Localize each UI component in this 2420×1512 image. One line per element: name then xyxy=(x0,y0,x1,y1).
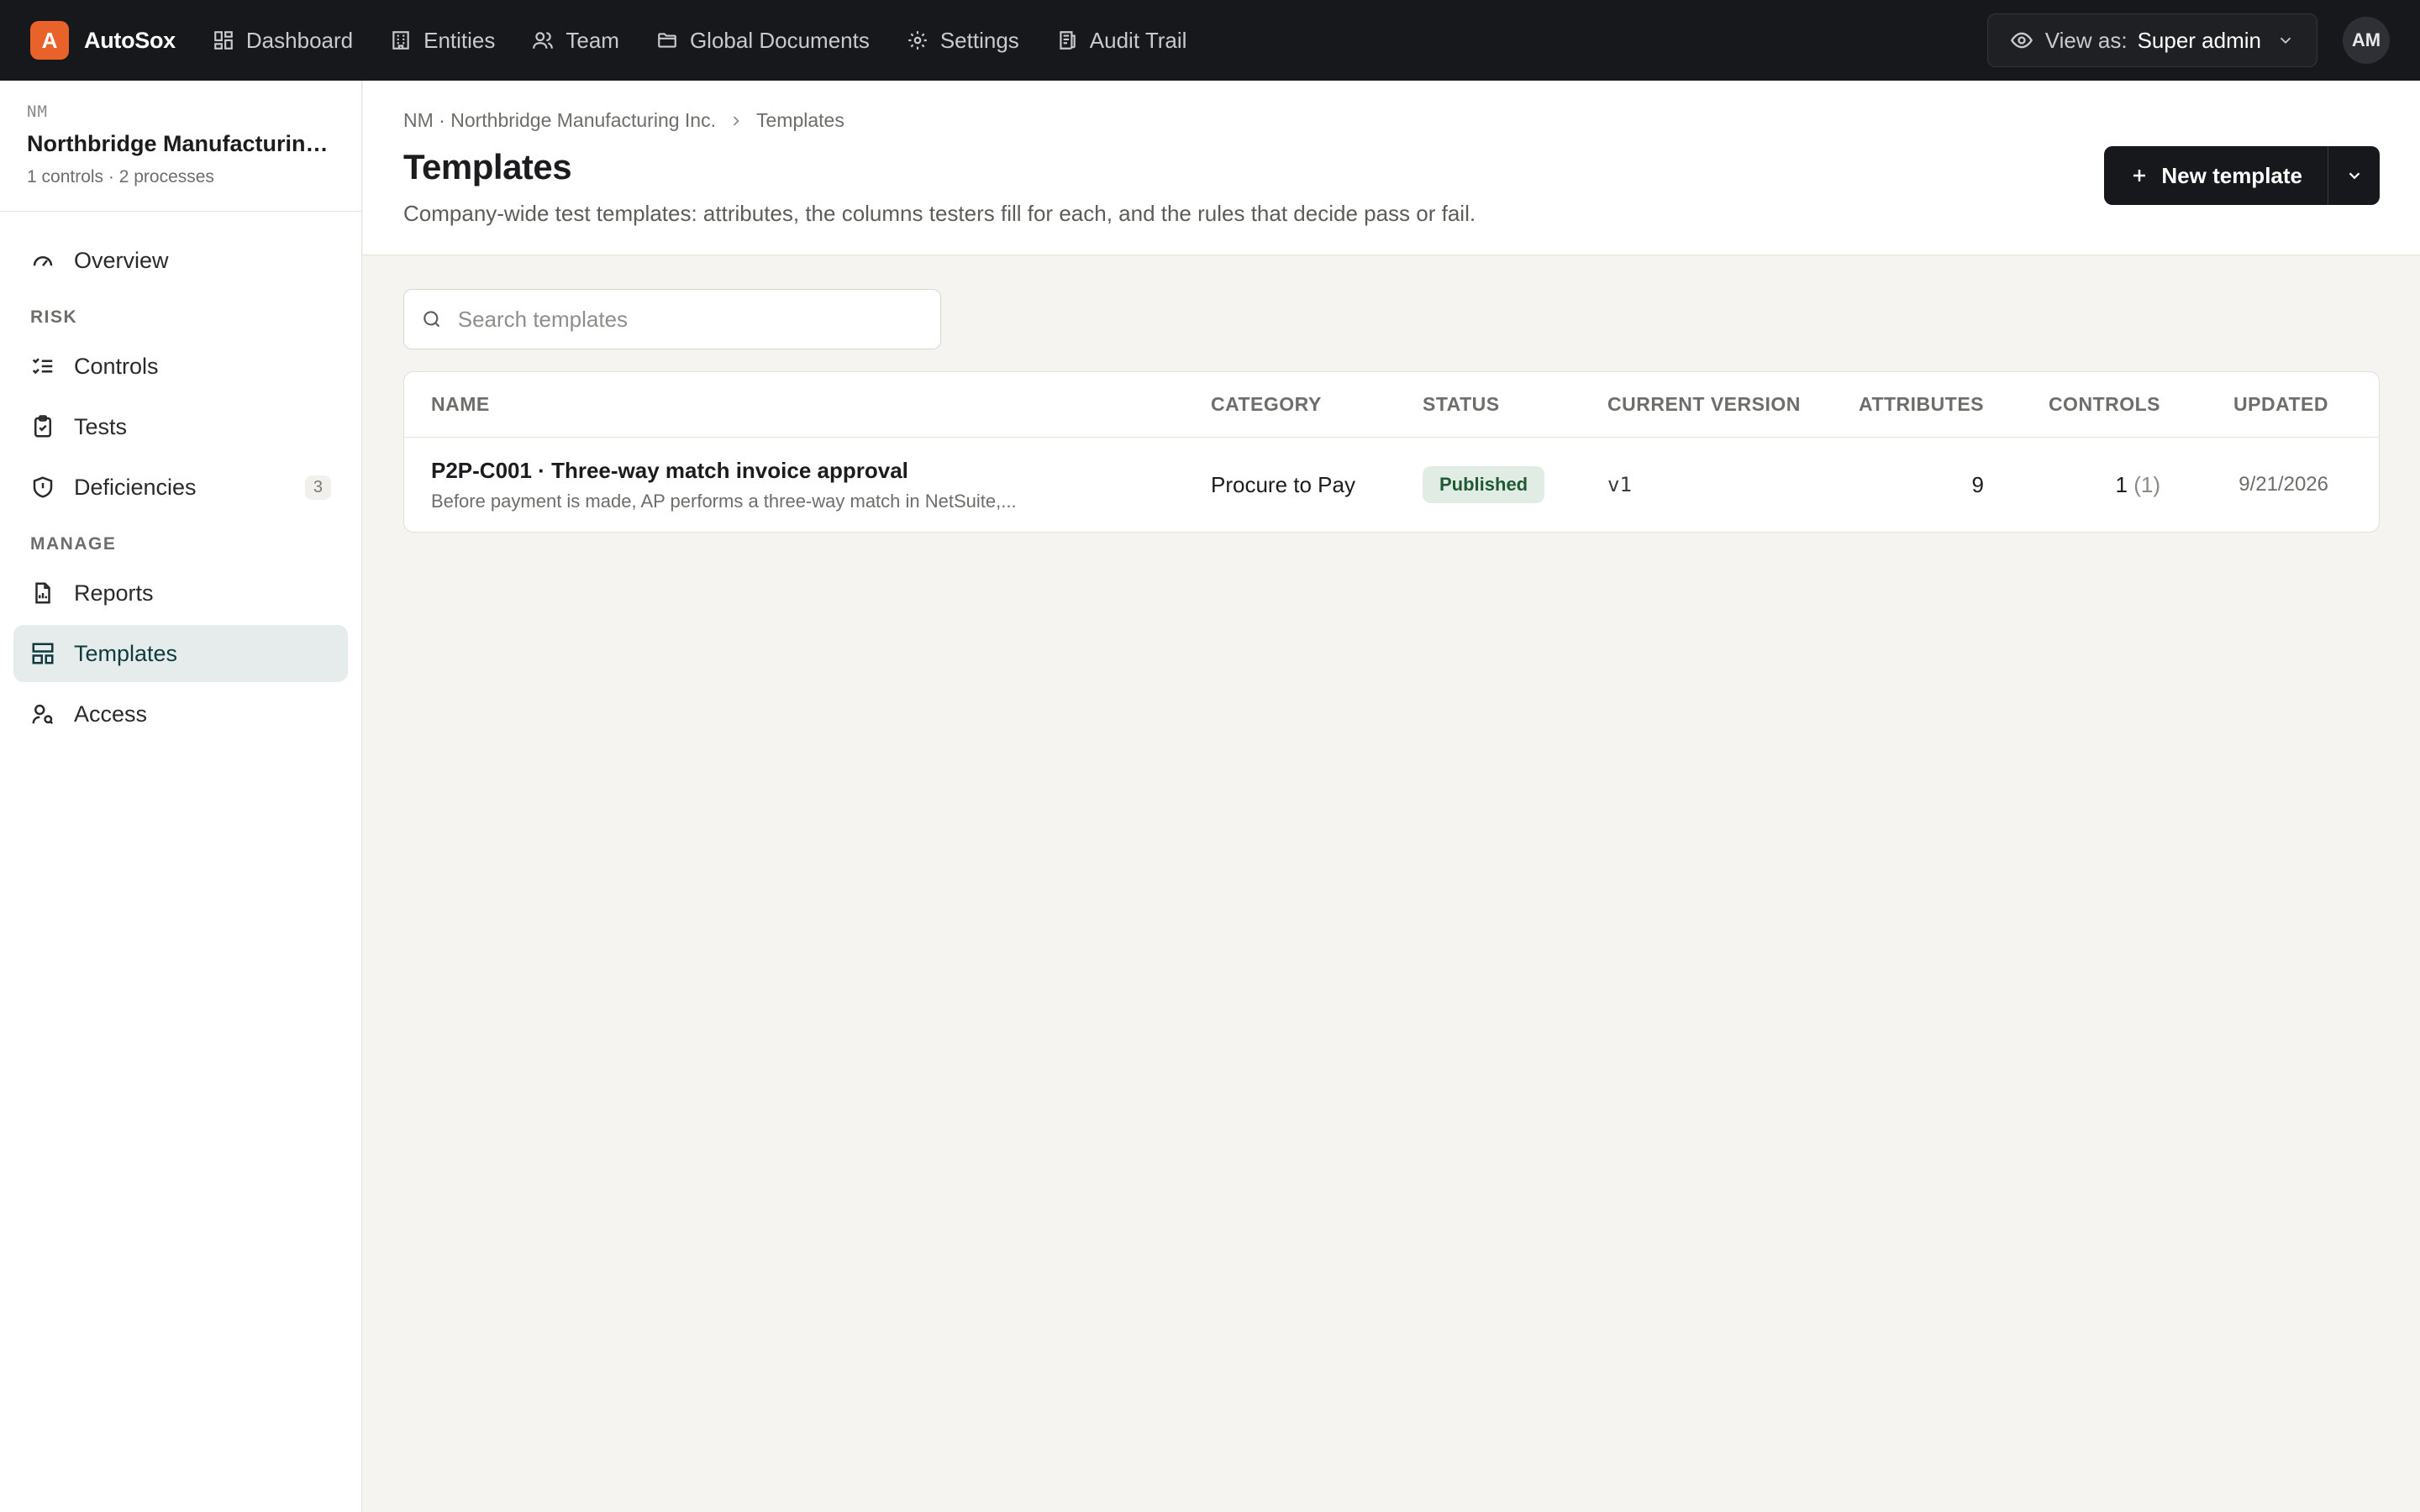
status-cell: Published xyxy=(1423,466,1607,503)
nav-team[interactable]: Team xyxy=(532,28,619,54)
plus-icon xyxy=(2133,170,2146,181)
building-icon xyxy=(392,31,409,50)
search-icon xyxy=(424,311,440,328)
sidebar-nav: Overview RISK Controls Tests Deficiencie… xyxy=(0,212,361,766)
nav-entities[interactable]: Entities xyxy=(390,28,495,54)
template-attributes-count: 9 xyxy=(1971,471,1984,497)
top-navigation-bar: A AutoSox Dashboard Entities Team Global… xyxy=(0,0,2420,81)
sidebar-item-label: Deficiencies xyxy=(74,474,197,500)
template-controls-count: 1 xyxy=(2115,471,2128,497)
column-header-version[interactable]: CURRENT VERSION xyxy=(1607,393,1834,416)
new-template-button[interactable]: New template xyxy=(2104,146,2328,205)
dashboard-icon xyxy=(214,31,233,50)
nav-audit-trail-label: Audit Trail xyxy=(1089,27,1187,53)
view-as-selector[interactable]: View as: Super admin xyxy=(1986,13,2317,67)
page-subtitle: Company-wide test templates: attributes,… xyxy=(403,201,1476,226)
audit-icon xyxy=(1060,31,1076,50)
gear-icon xyxy=(908,31,927,50)
sidebar-item-label: Templates xyxy=(74,640,178,666)
main-content: NM · Northbridge Manufacturing Inc. Temp… xyxy=(363,81,2420,1512)
section-label-risk: RISK xyxy=(30,307,78,327)
table-header: NAME CATEGORY STATUS CURRENT VERSION ATT… xyxy=(404,372,2379,438)
org-name: Northbridge Manufacturing Inc. xyxy=(27,131,334,156)
nav-dashboard[interactable]: Dashboard xyxy=(213,28,353,54)
deficiencies-count-badge: 3 xyxy=(304,475,331,500)
new-template-button-group: New template xyxy=(2104,146,2380,205)
column-header-name[interactable]: NAME xyxy=(431,393,1211,416)
main-nav: Dashboard Entities Team Global Documents… xyxy=(213,28,1224,54)
template-version: v1 xyxy=(1607,473,1632,496)
nav-settings-label: Settings xyxy=(939,27,1019,53)
shield-alert-icon xyxy=(33,476,53,498)
view-as-label: View as: xyxy=(2044,27,2128,53)
gauge-icon xyxy=(33,256,53,267)
page-header: NM · Northbridge Manufacturing Inc. Temp… xyxy=(363,81,2420,255)
clipboard-check-icon xyxy=(34,415,51,438)
org-meta: 1 controls · 2 processes xyxy=(27,167,214,186)
templates-table: NAME CATEGORY STATUS CURRENT VERSION ATT… xyxy=(403,371,2380,533)
template-title[interactable]: P2P-C001 · Three-way match invoice appro… xyxy=(431,458,1211,484)
layout-template-icon xyxy=(32,643,54,664)
chevron-right-icon xyxy=(733,115,739,126)
sidebar: NM Northbridge Manufacturing Inc. 1 cont… xyxy=(0,81,362,1512)
nav-entities-label: Entities xyxy=(424,27,496,53)
checklist-icon xyxy=(32,358,53,375)
nav-team-label: Team xyxy=(566,27,619,53)
column-header-category[interactable]: CATEGORY xyxy=(1211,393,1423,416)
column-header-updated[interactable]: UPDATED xyxy=(2160,393,2328,416)
nav-global-documents[interactable]: Global Documents xyxy=(656,28,870,54)
users-icon xyxy=(533,32,554,49)
nav-settings[interactable]: Settings xyxy=(907,28,1019,54)
column-header-attributes[interactable]: ATTRIBUTES xyxy=(1834,393,1984,416)
column-header-controls[interactable]: CONTROLS xyxy=(1984,393,2160,416)
template-updated-date: 9/21/2026 xyxy=(2238,473,2328,496)
search-box[interactable] xyxy=(403,289,941,349)
template-controls-sub: (1) xyxy=(2133,471,2160,497)
chevron-down-icon xyxy=(2280,37,2291,45)
table-row[interactable]: P2P-C001 · Three-way match invoice appro… xyxy=(404,438,2379,532)
org-code: NM xyxy=(27,102,48,121)
folder-icon xyxy=(658,33,676,48)
search-input[interactable] xyxy=(457,306,923,333)
new-template-label: New template xyxy=(2161,162,2302,188)
breadcrumb-org[interactable]: NM · Northbridge Manufacturing Inc. xyxy=(403,109,716,132)
status-badge: Published xyxy=(1423,466,1545,503)
sidebar-item-tests[interactable]: Tests xyxy=(13,398,348,455)
app-logo[interactable]: A xyxy=(30,21,69,60)
sidebar-item-overview[interactable]: Overview xyxy=(13,232,348,289)
controls-cell: 1 (1) xyxy=(1984,472,2160,498)
sidebar-item-reports[interactable]: Reports xyxy=(13,564,348,622)
sidebar-item-controls[interactable]: Controls xyxy=(13,338,348,395)
sidebar-item-label: Reports xyxy=(74,580,154,606)
nav-global-documents-label: Global Documents xyxy=(689,27,870,53)
nav-audit-trail[interactable]: Audit Trail xyxy=(1056,27,1187,54)
user-avatar[interactable]: AM xyxy=(2343,17,2390,64)
nav-dashboard-label: Dashboard xyxy=(245,27,354,53)
column-header-status[interactable]: STATUS xyxy=(1423,393,1607,416)
topbar-right: View as: Super admin AM xyxy=(1986,13,2390,67)
section-label-manage: MANAGE xyxy=(30,534,117,554)
template-category: Procure to Pay xyxy=(1211,471,1355,497)
chevron-down-icon xyxy=(2349,172,2360,180)
sidebar-item-label: Access xyxy=(74,701,148,727)
breadcrumb-current: Templates xyxy=(756,109,844,131)
new-template-dropdown-button[interactable] xyxy=(2328,146,2380,205)
org-header[interactable]: NM Northbridge Manufacturing Inc. 1 cont… xyxy=(0,81,361,212)
sidebar-item-label: Overview xyxy=(74,247,169,273)
sidebar-item-label: Controls xyxy=(74,353,159,379)
user-key-icon xyxy=(32,704,54,725)
eye-icon xyxy=(2010,32,2033,49)
breadcrumb: NM · Northbridge Manufacturing Inc. Temp… xyxy=(403,109,2380,132)
page-title: Templates xyxy=(403,147,572,186)
sidebar-item-label: Tests xyxy=(74,413,128,439)
report-icon xyxy=(35,582,50,604)
view-as-value: Super admin xyxy=(2137,27,2261,53)
sidebar-item-access[interactable]: Access xyxy=(13,685,348,743)
templates-content: NAME CATEGORY STATUS CURRENT VERSION ATT… xyxy=(363,255,2420,566)
sidebar-item-templates[interactable]: Templates xyxy=(13,625,348,682)
sidebar-item-deficiencies[interactable]: Deficiencies 3 xyxy=(13,459,348,516)
template-name-cell: P2P-C001 · Three-way match invoice appro… xyxy=(431,458,1211,512)
template-description: Before payment is made, AP performs a th… xyxy=(431,490,1017,512)
app-name[interactable]: AutoSox xyxy=(84,28,176,54)
